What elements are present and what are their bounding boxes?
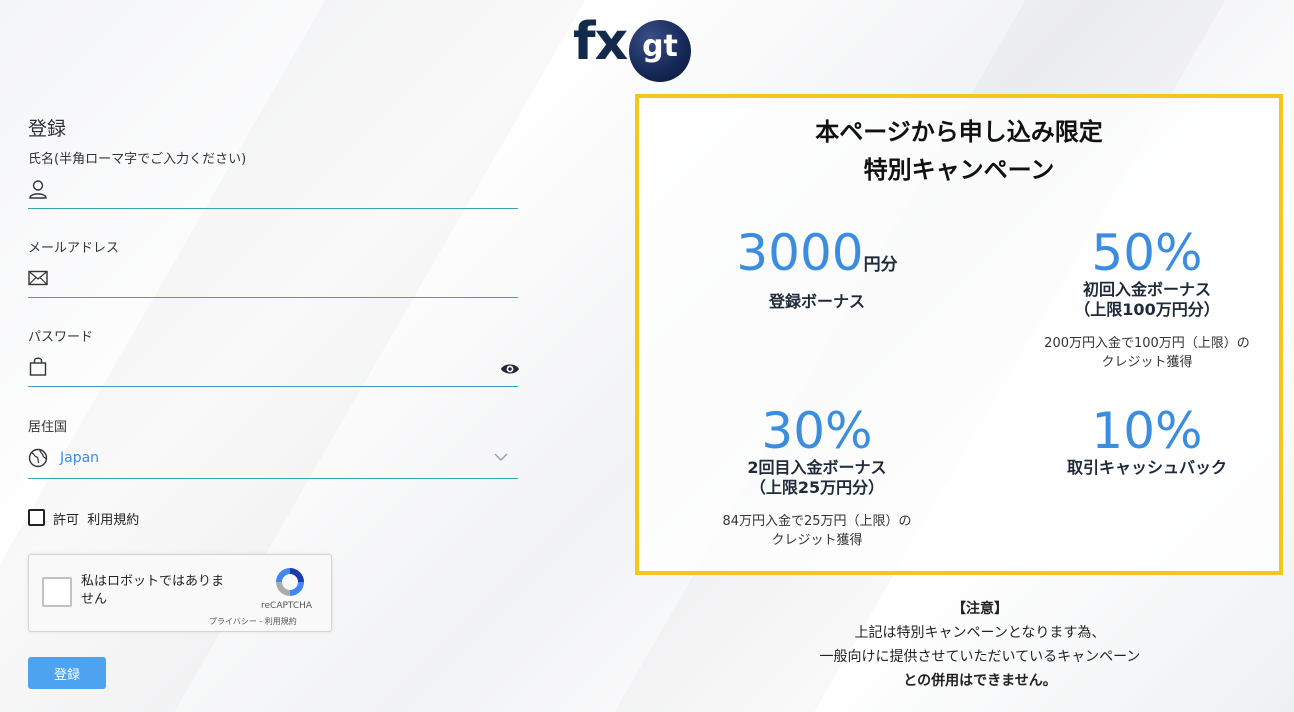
country-underline [28,478,518,479]
recaptcha-widget: 私はロボットではありません reCAPTCHA プライバシー - 利用規約 [28,554,332,632]
bonus-label: 2回目入金ボーナス [747,458,887,477]
bonus-label: 登録ボーナス [768,292,865,311]
name-underline [28,208,518,209]
register-button[interactable]: 登録 [28,657,106,689]
notice-line2: 一般向けに提供させていただいているキャンペーン [819,649,1141,665]
bonus-value: 10% [1091,402,1203,460]
bonus-label: 初回入金ボーナス [1082,280,1211,299]
fxgt-logo[interactable]: fx gt [573,10,693,82]
password-input[interactable] [58,354,492,382]
password-underline [28,386,518,387]
email-input[interactable] [58,265,492,293]
recaptcha-links[interactable]: プライバシー - 利用規約 [209,616,297,627]
bonus-item-first-deposit: 50% 初回入金ボーナス （上限100万円分） 200万円入金で100万円（上限… [997,226,1294,372]
terms-link[interactable]: 利用規約 [87,513,139,528]
agree-prefix: 許可 [53,513,80,528]
name-label: 氏名(半角ローマ字でご入力ください) [28,152,247,167]
lock-icon [29,357,47,376]
globe-icon [28,448,48,468]
password-label: パスワード [28,330,94,345]
bonus-value: 3000 [736,224,864,282]
recaptcha-label: 私はロボットではありません [81,574,225,607]
bonus-item-registration: 3000円分 登録ボーナス [667,226,967,312]
user-icon [29,180,47,199]
country-select-value[interactable]: Japan [60,450,99,466]
recaptcha-checkbox[interactable] [42,577,72,607]
bonus-note-line1: 200万円入金で100万円（上限）の [1044,336,1250,351]
logo-gt-circle: gt [629,20,691,82]
notice-heading: 【注意】 [952,601,1008,617]
bonus-value: 30% [761,402,873,460]
envelope-icon [28,270,48,286]
logo-fx-text: fx [573,12,628,72]
email-label: メールアドレス [28,241,120,256]
bonus-note-line1: 84万円入金で25万円（上限）の [722,514,912,529]
agree-text: 許可 利用規約 [53,509,139,528]
chevron-down-icon[interactable] [494,450,508,464]
show-password-eye-icon[interactable] [500,361,520,377]
bonus-cap: （上限100万円分） [1074,300,1220,319]
bonus-item-cashback: 10% 取引キャッシュバック [997,404,1294,478]
email-underline [28,297,518,298]
bonus-label: 取引キャッシュバック [1066,458,1227,477]
agree-checkbox[interactable] [28,509,45,526]
bonus-cap: （上限25万円分） [749,478,885,497]
bonus-item-second-deposit: 30% 2回目入金ボーナス （上限25万円分） 84万円入金で25万円（上限）の… [667,404,967,550]
recaptcha-brand: reCAPTCHA [261,601,313,611]
notice-line1: 上記は特別キャンペーンとなります為、 [854,625,1106,641]
recaptcha-logo-icon [276,568,304,596]
country-label: 居住国 [28,420,68,435]
campaign-panel: 本ページから申し込み限定 特別キャンペーン 3000円分 登録ボーナス 50% … [635,94,1283,575]
notice-block: 【注意】 上記は特別キャンペーンとなります為、 一般向けに提供させていただいてい… [740,597,1220,693]
name-input[interactable] [58,176,492,204]
campaign-title-line2: 特別キャンペーン [863,156,1055,184]
campaign-title-line1: 本ページから申し込み限定 [815,118,1103,146]
bonus-value: 50% [1091,224,1203,282]
bonus-unit: 円分 [863,255,898,275]
bonus-note-line2: クレジット獲得 [771,533,863,548]
bonus-note-line2: クレジット獲得 [1101,355,1193,370]
form-title: 登録 [28,118,67,140]
notice-line3: との併用はできません。 [903,673,1057,689]
